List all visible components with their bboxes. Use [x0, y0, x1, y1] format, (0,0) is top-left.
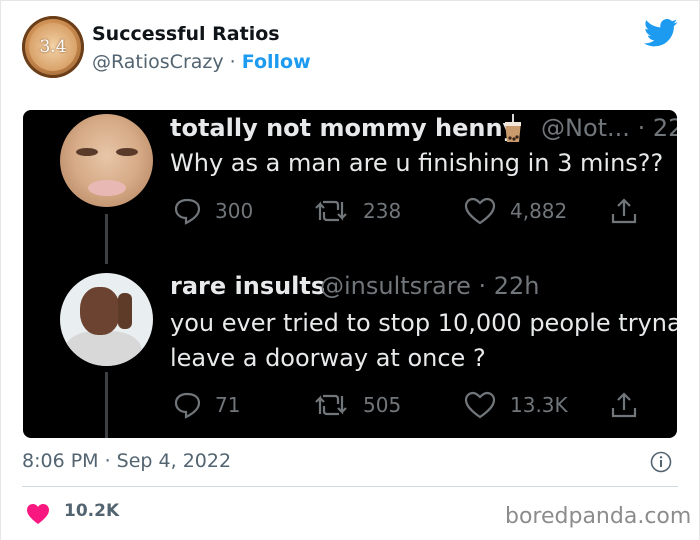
avatar-lips [88, 180, 126, 196]
like-count[interactable]: 10.2K [64, 501, 119, 521]
like-icon [464, 197, 496, 225]
embedded-tweet-screenshot: totally not mommy henny @Not... · 22 Why… [23, 110, 677, 438]
avatar-head [80, 287, 120, 335]
tweet2-reply-count: 71 [215, 393, 241, 417]
separator-dot: · [229, 51, 236, 73]
tweet2-handle: @insultsrare · 22h [320, 272, 540, 300]
card-border-top [0, 0, 700, 1]
source-watermark: boredpanda.com [505, 504, 692, 529]
share-icon [611, 198, 637, 224]
heart-icon[interactable] [26, 503, 50, 525]
tweet1-reply-count: 300 [215, 199, 254, 223]
reply-author-avatar [60, 114, 153, 207]
avatar-inner: 3.4 [29, 23, 77, 71]
tweet1-like-count: 4,882 [510, 199, 568, 223]
tweet1-retweet-count: 238 [363, 199, 402, 223]
retweet-icon [315, 394, 347, 416]
tweet-timestamp[interactable]: 8:06 PM · Sep 4, 2022 [22, 450, 231, 472]
thread-line [105, 214, 108, 264]
follow-button[interactable]: Follow [242, 51, 311, 73]
twitter-bird-icon[interactable] [644, 18, 678, 48]
card-border-left [0, 0, 1, 540]
avatar-hand [118, 293, 132, 329]
author-handle-line: @RatiosCrazy · Follow [92, 51, 311, 73]
author-handle[interactable]: @RatiosCrazy [92, 51, 224, 73]
tweet2-like-count: 13.3K [510, 393, 568, 417]
retweet-icon [315, 200, 347, 222]
tweet2-text-line2: leave a doorway at once ? [170, 344, 486, 372]
tweet1-name: totally not mommy henny [170, 114, 519, 142]
avatar-eye [116, 148, 138, 156]
author-avatar[interactable]: 3.4 [22, 16, 84, 78]
reply-icon [174, 392, 201, 419]
author-display-name[interactable]: Successful Ratios [92, 23, 280, 45]
quoted-author-avatar [60, 273, 153, 366]
tweet1-text: Why as a man are u finishing in 3 mins?? [170, 149, 664, 177]
tweet2-text-line1: you ever tried to stop 10,000 people try… [170, 309, 677, 337]
tweet1-handle: @Not... · 22 [541, 114, 677, 142]
avatar-text: 3.4 [39, 37, 67, 57]
bubble-tea-icon [505, 114, 521, 142]
share-icon [611, 392, 637, 418]
tweet2-name: rare insults [170, 272, 326, 300]
avatar-body [64, 331, 142, 366]
like-icon [464, 391, 496, 419]
footer-divider [22, 486, 678, 487]
thread-line [105, 372, 108, 438]
reply-icon [174, 198, 201, 225]
avatar-eye [76, 148, 98, 156]
tweet2-retweet-count: 505 [363, 393, 402, 417]
info-icon[interactable] [650, 451, 672, 473]
